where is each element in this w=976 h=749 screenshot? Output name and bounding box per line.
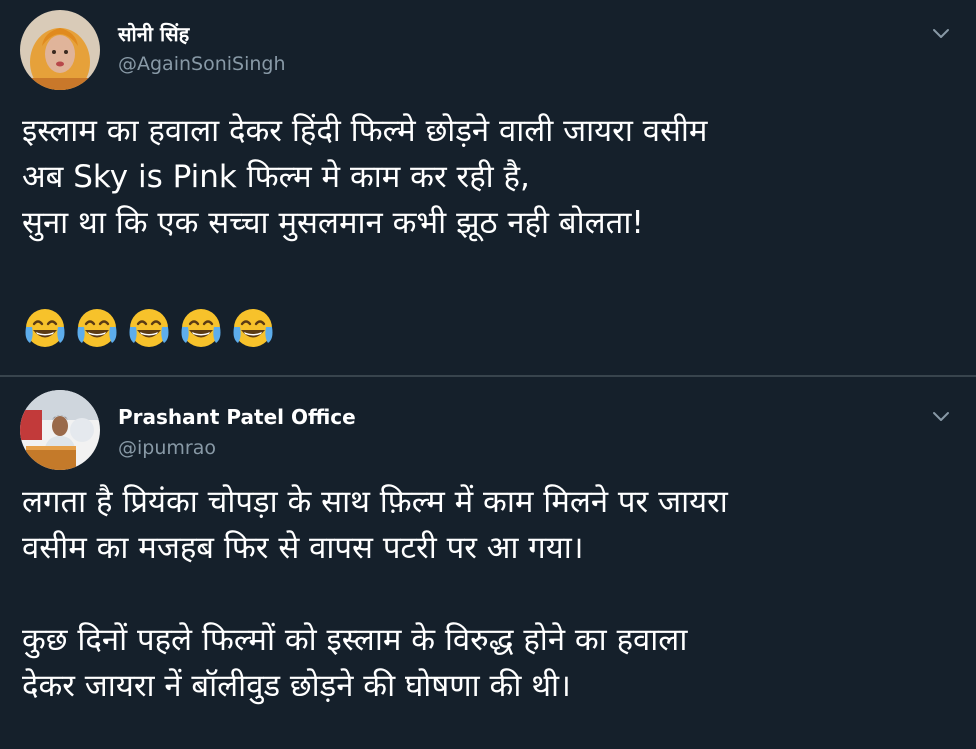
display-name[interactable]: Prashant Patel Office xyxy=(118,405,356,429)
chevron-down-icon[interactable] xyxy=(930,405,952,427)
tweet-text-line: वसीम का मजहब फिर से वापस पटरी पर आ गया। xyxy=(22,530,584,566)
avatar[interactable] xyxy=(20,390,100,470)
face-with-tears-of-joy-icon xyxy=(230,305,282,351)
tweet[interactable]: सोनी सिंह @AgainSoniSingh इस्लाम का हवाल… xyxy=(0,0,976,376)
user-handle[interactable]: @AgainSoniSingh xyxy=(118,53,286,75)
tweet-text-line: लगता है प्रियंका चोपड़ा के साथ फ़िल्म मे… xyxy=(22,484,728,520)
face-with-tears-of-joy-icon xyxy=(22,305,74,351)
tweet-text-line: देकर जायरा नें बॉलीवुड छोड़ने की घोषणा क… xyxy=(22,668,571,704)
avatar-woman-image xyxy=(20,10,100,90)
tweet[interactable]: Prashant Patel Office @ipumrao लगता है प… xyxy=(0,377,976,749)
avatar-man-image xyxy=(20,390,100,470)
tweet-text-line: कुछ दिनों पहले फिल्मों को इस्लाम के विरु… xyxy=(22,622,688,658)
face-with-tears-of-joy-icon xyxy=(74,305,126,351)
tweet-text-line: इस्लाम का हवाला देकर हिंदी फिल्मे छोड़ने… xyxy=(22,113,708,149)
tweet-text-line: अब Sky is Pink फिल्म मे काम कर रही है, xyxy=(22,159,530,195)
chevron-down-icon[interactable] xyxy=(930,22,952,44)
emoji-row xyxy=(22,305,282,351)
face-with-tears-of-joy-icon xyxy=(126,305,178,351)
face-with-tears-of-joy-icon xyxy=(178,305,230,351)
avatar[interactable] xyxy=(20,10,100,90)
tweet-text: इस्लाम का हवाला देकर हिंदी फिल्मे छोड़ने… xyxy=(22,108,954,246)
timeline-feed: सोनी सिंह @AgainSoniSingh इस्लाम का हवाल… xyxy=(0,0,976,749)
tweet-text-line: सुना था कि एक सच्चा मुसलमान कभी झूठ नही … xyxy=(22,205,644,241)
user-handle[interactable]: @ipumrao xyxy=(118,437,216,459)
tweet-text: लगता है प्रियंका चोपड़ा के साथ फ़िल्म मे… xyxy=(22,479,954,709)
display-name[interactable]: सोनी सिंह xyxy=(118,20,189,47)
